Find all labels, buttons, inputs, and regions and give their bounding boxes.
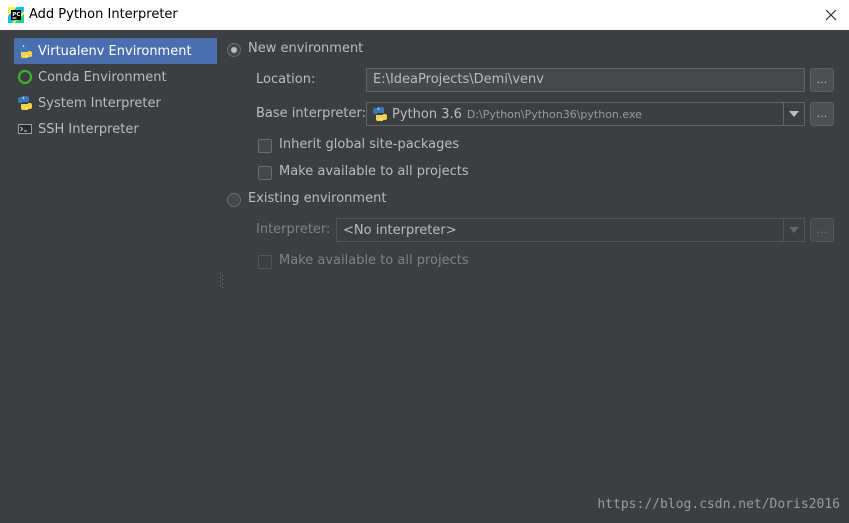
new-environment-label: New environment [248, 41, 364, 56]
watermark-text: https://blog.csdn.net/Doris2016 [597, 497, 840, 512]
interpreter-label: Interpreter: [256, 222, 331, 237]
interpreter-browse-button[interactable]: ... [810, 218, 834, 242]
sidebar-item-label: Conda Environment [38, 69, 167, 85]
sidebar-item-conda[interactable]: Conda Environment [14, 64, 217, 90]
base-interpreter-path: D:\Python\Python36\python.exe [466, 107, 642, 121]
add-python-interpreter-dialog: PC Add Python Interpreter Virtualenv Env… [0, 0, 849, 523]
sidebar-item-label: Virtualenv Environment [38, 43, 192, 59]
sidebar-item-label: System Interpreter [38, 95, 161, 111]
location-browse-button[interactable]: ... [810, 68, 834, 92]
interpreter-combo[interactable]: <No interpreter> [336, 218, 805, 242]
chevron-down-icon [789, 111, 799, 117]
title-bar: PC Add Python Interpreter [0, 0, 849, 30]
sidebar-item-system[interactable]: System Interpreter [14, 90, 217, 116]
dialog-title: Add Python Interpreter [29, 7, 178, 22]
python-icon [373, 107, 387, 121]
chevron-down-icon [789, 227, 799, 233]
location-label: Location: [256, 72, 316, 87]
ssh-icon [18, 124, 32, 134]
interpreter-type-list: Virtualenv Environment Conda Environment… [0, 30, 220, 523]
base-interpreter-browse-button[interactable]: ... [810, 102, 834, 126]
dropdown-arrow[interactable] [783, 103, 804, 125]
interpreter-value: <No interpreter> [343, 222, 457, 238]
inherit-site-packages-checkbox[interactable] [258, 139, 272, 153]
splitter-handle[interactable] [220, 273, 223, 289]
pycharm-icon: PC [8, 7, 24, 23]
location-field[interactable]: E:\IdeaProjects\Demi\venv [366, 68, 805, 92]
existing-environment-label: Existing environment [248, 191, 387, 206]
sidebar-item-virtualenv[interactable]: Virtualenv Environment [14, 38, 217, 64]
sidebar-item-ssh[interactable]: SSH Interpreter [14, 116, 217, 142]
inherit-site-packages-label: Inherit global site-packages [279, 137, 460, 152]
close-icon[interactable] [821, 5, 841, 25]
make-available-label: Make available to all projects [279, 164, 469, 179]
existing-environment-radio[interactable] [227, 193, 241, 207]
svg-text:PC: PC [12, 12, 20, 18]
existing-make-available-label: Make available to all projects [279, 253, 469, 268]
sidebar-item-label: SSH Interpreter [38, 121, 139, 137]
base-interpreter-combo[interactable]: Python 3.6 D:\Python\Python36\python.exe [366, 102, 805, 126]
dropdown-arrow[interactable] [783, 219, 804, 241]
python-icon [18, 96, 32, 110]
virtualenv-icon [18, 44, 32, 58]
conda-icon [17, 69, 33, 85]
make-available-checkbox[interactable] [258, 166, 272, 180]
base-interpreter-label: Base interpreter: [256, 106, 366, 121]
new-environment-radio[interactable] [227, 43, 241, 57]
base-interpreter-name: Python 3.6 [392, 106, 462, 122]
existing-make-available-checkbox[interactable] [258, 255, 272, 269]
